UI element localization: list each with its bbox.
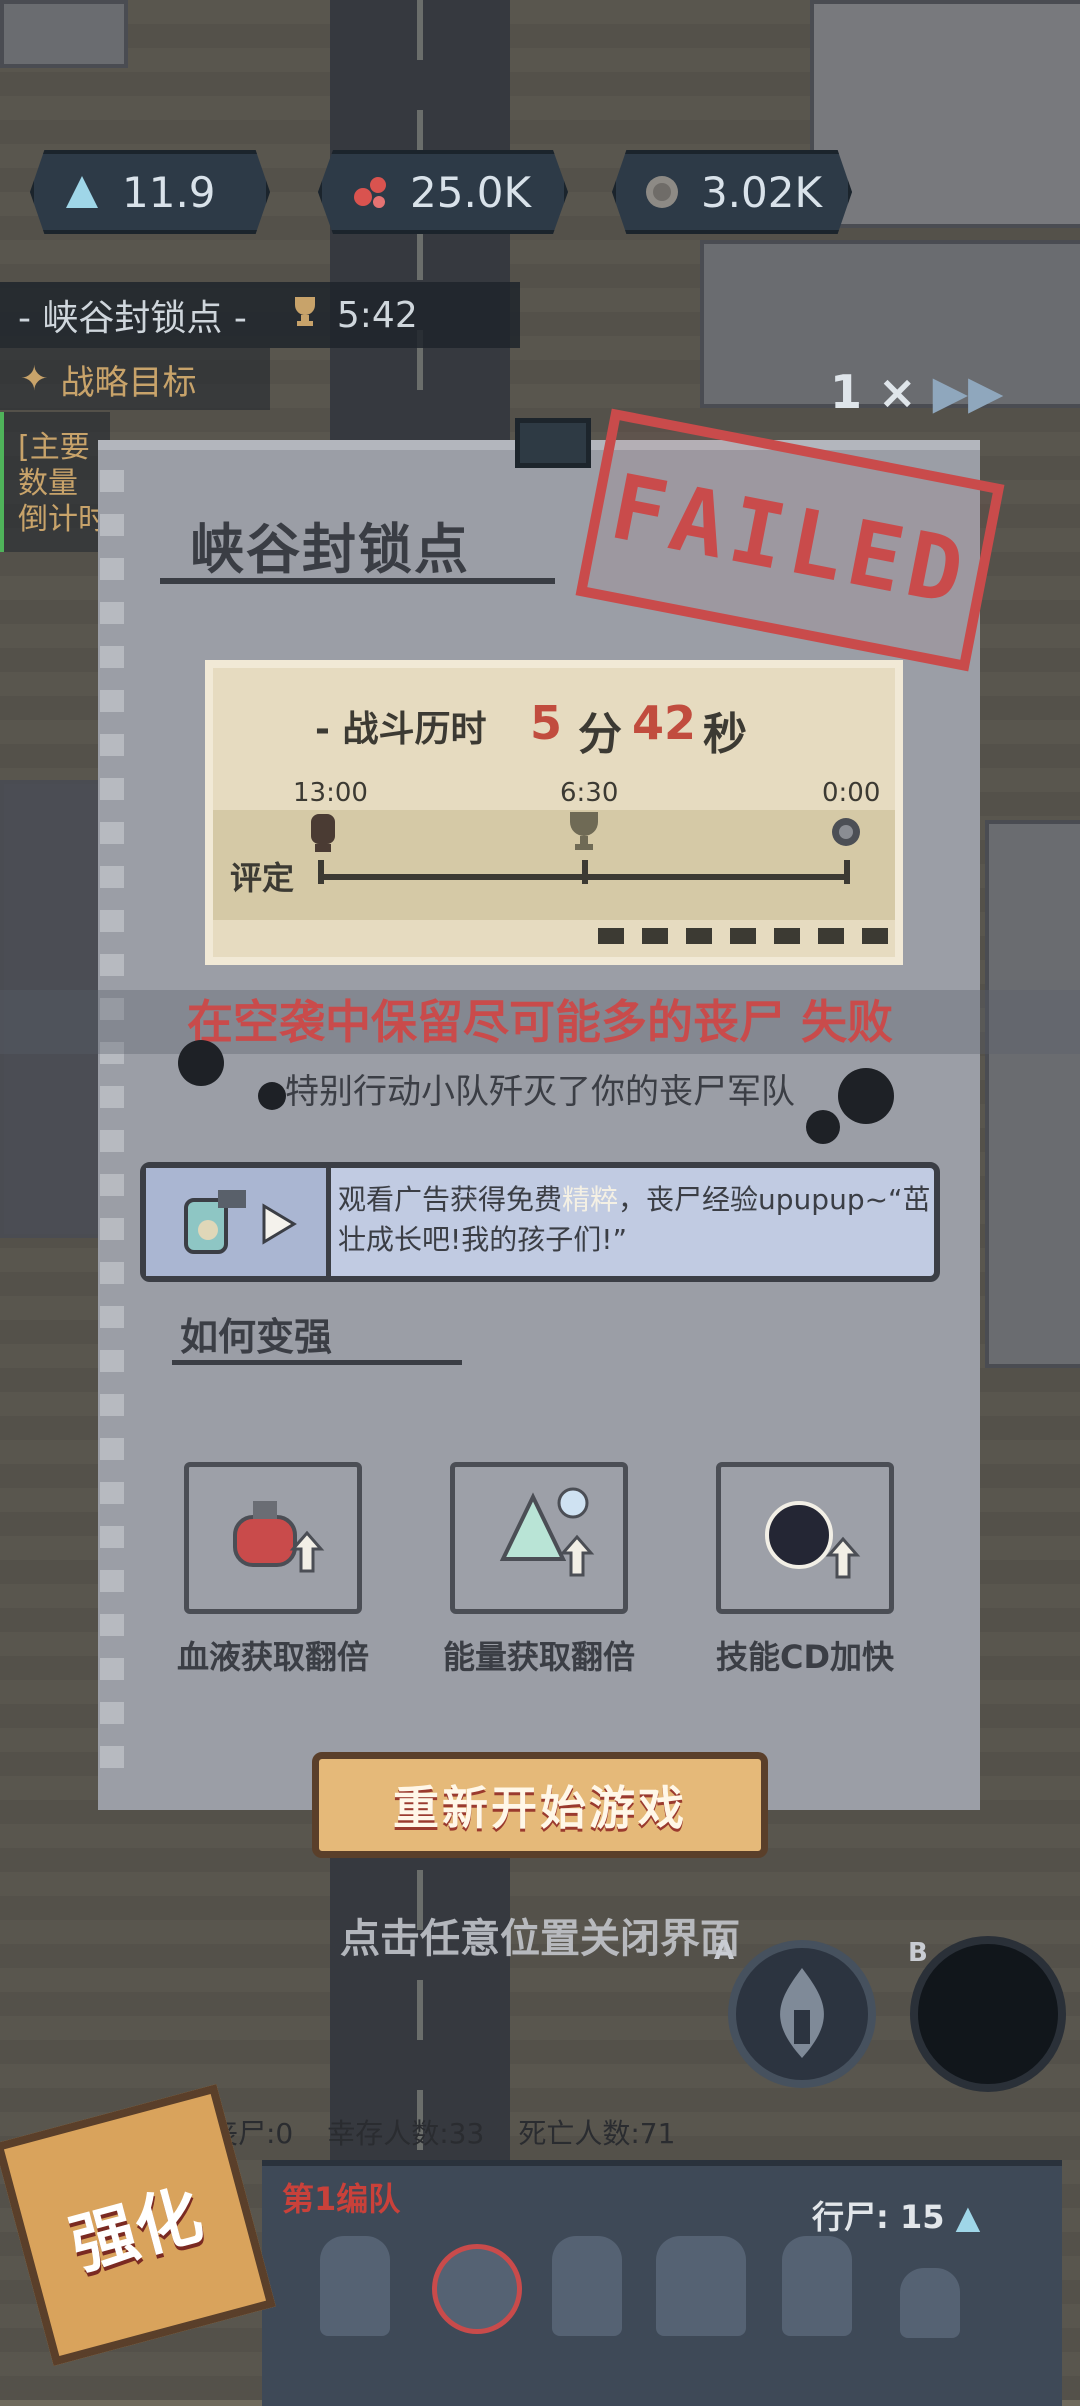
- strategy-goal[interactable]: ✦ 战略目标: [0, 348, 270, 410]
- death-count: 死亡人数:71: [518, 2117, 676, 2150]
- zombie-unit-selected[interactable]: [432, 2244, 522, 2334]
- battle-minutes: 5: [530, 696, 563, 750]
- timeline-marker: [582, 860, 588, 884]
- skull-coin-stat: 3.02K: [612, 150, 852, 234]
- restart-label: 重新开始游戏: [393, 1781, 687, 1835]
- energy-stat: 11.9: [30, 150, 270, 234]
- zombie-unit[interactable]: [900, 2268, 960, 2338]
- skull-coin-value: 3.02K: [700, 167, 822, 217]
- objective-header[interactable]: - 峡谷封锁点 - 5:42: [0, 282, 520, 348]
- zombie-unit[interactable]: [552, 2236, 622, 2336]
- objective-details: [主要 数量 倒计时: [0, 412, 110, 552]
- dark-orb-upgrade-icon: [765, 1501, 861, 1579]
- trophy-icon: [570, 812, 598, 850]
- walker-count: 行尸: 15 ▲: [812, 2192, 980, 2238]
- skull-coin-icon: [642, 170, 683, 214]
- flame-icon: [780, 1968, 824, 2058]
- binder-clip: [515, 418, 591, 468]
- tip-label: 技能CD加快: [715, 1638, 895, 1676]
- skill-b-letter: B: [908, 1938, 928, 1968]
- blood-value: 25.0K: [410, 167, 532, 217]
- howto-underline: [172, 1360, 462, 1365]
- tip-energy-double[interactable]: [450, 1462, 628, 1614]
- dashed-decoration: [598, 928, 898, 944]
- timeline-tick: 13:00: [293, 778, 368, 808]
- upgrade-label: 强化: [62, 2176, 211, 2285]
- timeline-tick: 0:00: [822, 778, 881, 808]
- tip-label: 能量获取翻倍: [442, 1638, 635, 1676]
- title-underline: [160, 578, 555, 584]
- seconds-unit: 秒: [703, 709, 747, 760]
- battle-time-label: - 战斗历时: [315, 709, 487, 750]
- objective-detail-line: 倒计时: [18, 502, 108, 537]
- battle-seconds: 42: [632, 696, 697, 750]
- zombie-unit[interactable]: [320, 2236, 390, 2336]
- energy-crystal-upgrade-icon: [499, 1487, 595, 1577]
- skill-b-button[interactable]: [910, 1936, 1066, 2092]
- zombie-unit[interactable]: [782, 2236, 852, 2336]
- fail-message: 在空袭中保留尽可能多的丧尸 失败: [0, 990, 1080, 1054]
- ink-splat: [806, 1110, 840, 1144]
- ink-splat: [838, 1068, 894, 1124]
- notebook-holes: [100, 470, 124, 1770]
- timeline-marker: [844, 860, 850, 884]
- trophy-icon: [287, 293, 323, 338]
- survivor-count: 幸存人数:33: [327, 2117, 485, 2150]
- restart-button[interactable]: 重新开始游戏: [312, 1752, 768, 1858]
- blood-potion-upgrade-icon: [233, 1501, 325, 1573]
- fast-forward-icon: ▶▶: [932, 365, 1004, 419]
- failed-stamp-text: FAILED: [602, 454, 978, 626]
- ad-text-before: 观看广告获得免费: [338, 1183, 563, 1216]
- objective-detail-line: 数量: [18, 466, 78, 501]
- tip-skill-cd[interactable]: [716, 1462, 894, 1614]
- blood-stat: 25.0K: [318, 150, 568, 234]
- level-title: 峡谷封锁点: [190, 518, 470, 581]
- speed-label: 1 ×: [830, 365, 917, 419]
- population-stats: 丧尸:0 幸存人数:33 死亡人数:71: [210, 2112, 850, 2156]
- energy-triangle-icon: [60, 170, 104, 214]
- energy-value: 11.9: [122, 167, 216, 217]
- ad-description: 观看广告获得免费精粹，丧尸经验upupup~“茁壮成长吧!我的孩子们!”: [338, 1180, 934, 1260]
- blood-cells-icon: [348, 170, 392, 214]
- tip-blood-double[interactable]: [184, 1462, 362, 1614]
- objective-title: - 峡谷封锁点 -: [18, 298, 247, 339]
- fail-reason: 特别行动小队歼灭了你的丧尸军队: [285, 1072, 795, 1112]
- objective-timer: 5:42: [336, 294, 418, 336]
- ad-video-icon: [146, 1168, 331, 1276]
- walker-count-label: 行尸: 15: [812, 2198, 945, 2236]
- timeline-marker: [318, 860, 324, 884]
- objective-detail-line: [主要: [18, 430, 90, 465]
- ink-splat: [178, 1040, 224, 1086]
- rating-label: 评定: [230, 859, 295, 897]
- energy-triangle-icon: ▲: [955, 2198, 981, 2236]
- minutes-unit: 分: [578, 709, 622, 760]
- skull-medal-icon: [832, 818, 860, 846]
- target-icon: ✦: [20, 359, 49, 399]
- zombie-unit[interactable]: [656, 2236, 746, 2336]
- timeline-tick: 6:30: [560, 778, 619, 808]
- speed-control[interactable]: 1 × ▶▶: [830, 365, 1003, 419]
- ink-splat: [258, 1082, 286, 1110]
- skill-a-button[interactable]: [728, 1940, 876, 2088]
- squad-name[interactable]: 第1编队: [282, 2174, 400, 2220]
- howto-title: 如何变强: [180, 1315, 333, 1359]
- skill-a-letter: A: [714, 1936, 735, 1966]
- tip-label: 血液获取翻倍: [176, 1638, 369, 1676]
- bronze-medal-icon: [311, 814, 335, 852]
- ad-highlight: 精粹: [562, 1183, 619, 1216]
- strategy-goal-label: 战略目标: [60, 362, 197, 403]
